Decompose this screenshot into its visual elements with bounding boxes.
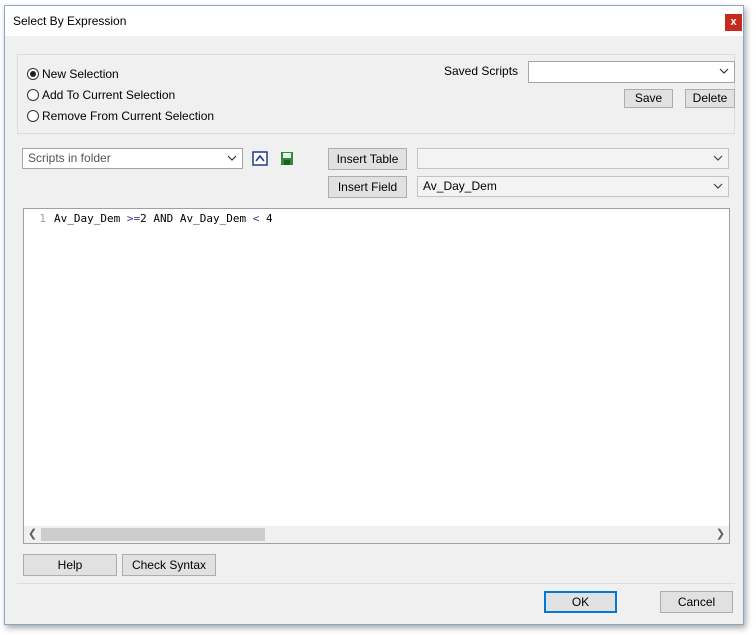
chevron-down-icon [227,155,237,161]
close-button[interactable]: x [725,14,742,31]
radio-add-to-selection[interactable]: Add To Current Selection [27,88,175,102]
check-syntax-button[interactable]: Check Syntax [122,554,216,576]
saved-scripts-dropdown[interactable] [528,61,735,83]
radio-remove-from-selection[interactable]: Remove From Current Selection [27,109,214,123]
chevron-down-icon [719,68,729,74]
save-button[interactable]: Save [624,89,673,108]
line-number-gutter: 1 [24,209,54,526]
expression-code[interactable]: Av_Day_Dem >=2 AND Av_Day_Dem < 4 [54,212,273,225]
horizontal-scrollbar[interactable]: ❮ ❯ [24,526,729,543]
insert-table-button[interactable]: Insert Table [328,148,407,170]
saved-scripts-label: Saved Scripts [444,64,519,78]
scroll-left-icon[interactable]: ❮ [24,526,41,543]
chevron-down-icon [713,183,723,189]
selection-panel: New Selection Add To Current Selection R… [17,54,735,134]
insert-field-button[interactable]: Insert Field [328,176,407,198]
insert-field-value: Av_Day_Dem [423,179,497,193]
radio-circle[interactable] [27,110,39,122]
scroll-right-icon[interactable]: ❯ [712,526,729,543]
radio-label: Remove From Current Selection [42,109,215,123]
insert-table-dropdown[interactable] [417,148,729,169]
open-script-icon[interactable] [252,151,268,167]
divider [17,583,735,584]
delete-button[interactable]: Delete [685,89,735,108]
ok-button[interactable]: OK [544,591,617,613]
scripts-folder-value: Scripts in folder [28,151,111,165]
radio-label: Add To Current Selection [42,88,176,102]
code-value: 4 [259,212,273,225]
expression-editor[interactable]: 1 Av_Day_Dem >=2 AND Av_Day_Dem < 4 ❮ ❯ [23,208,730,544]
scripts-folder-dropdown[interactable]: Scripts in folder [22,148,243,169]
help-button[interactable]: Help [23,554,117,576]
radio-circle-checked[interactable] [27,68,39,80]
radio-new-selection[interactable]: New Selection [27,67,119,81]
line-number: 1 [39,212,46,225]
code-middle: 2 AND Av_Day_Dem [140,212,253,225]
radio-label: New Selection [42,67,119,81]
dialog-title: Select By Expression [13,14,127,28]
insert-field-dropdown[interactable]: Av_Day_Dem [417,176,729,197]
code-field: Av_Day_Dem [54,212,121,225]
radio-circle[interactable] [27,89,39,101]
scrollbar-thumb[interactable] [41,528,265,541]
cancel-button[interactable]: Cancel [660,591,733,613]
chevron-down-icon [713,155,723,161]
title-bar[interactable]: Select By Expression x [5,6,743,36]
code-operator: >= [120,212,141,225]
save-script-icon[interactable] [279,151,295,167]
dialog-window: Select By Expression x New Selection Add… [4,5,744,625]
